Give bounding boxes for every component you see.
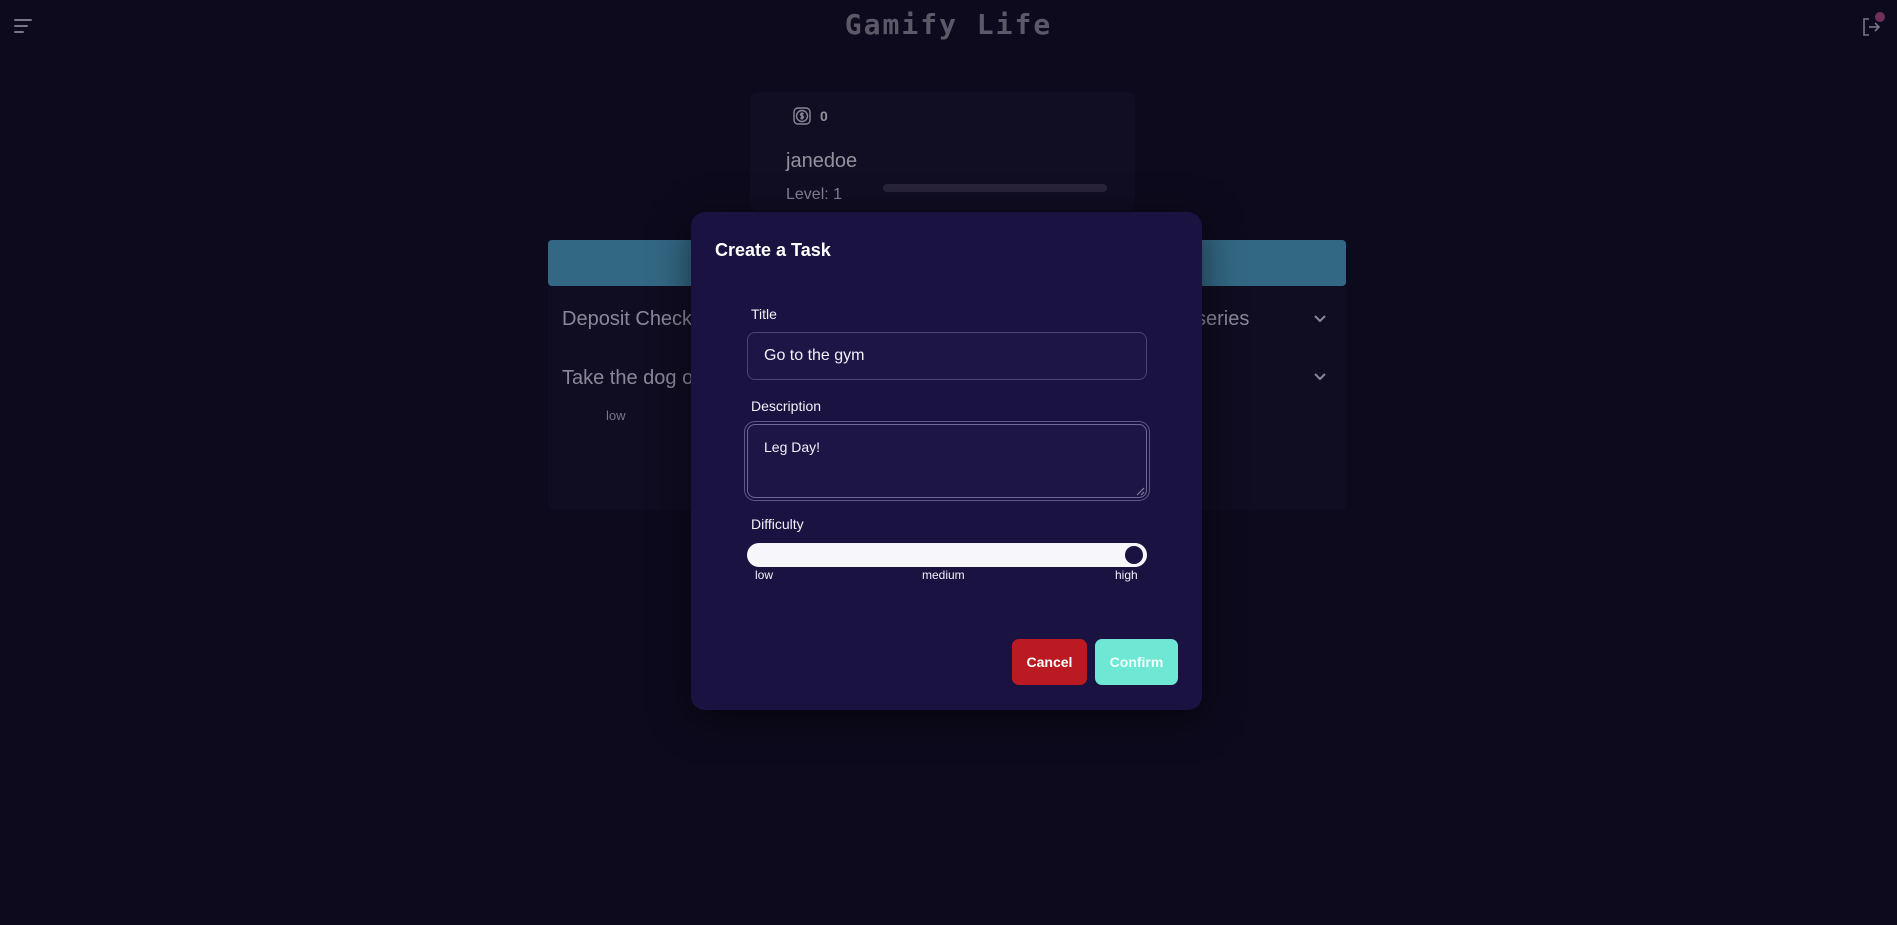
title-input[interactable] [747, 332, 1147, 380]
title-label: Title [751, 306, 777, 322]
cancel-button[interactable]: Cancel [1012, 639, 1087, 685]
difficulty-slider-thumb[interactable] [1122, 543, 1146, 567]
difficulty-option-high: high [1115, 568, 1138, 582]
difficulty-option-medium: medium [922, 568, 965, 582]
difficulty-slider[interactable] [747, 543, 1147, 567]
difficulty-label: Difficulty [751, 516, 804, 532]
modal-title: Create a Task [715, 240, 831, 260]
difficulty-option-low: low [755, 568, 774, 582]
description-label: Description [751, 398, 822, 414]
confirm-button[interactable]: Confirm [1095, 639, 1178, 685]
resize-handle-icon[interactable] [1135, 486, 1145, 496]
description-textarea[interactable]: Leg Day! [747, 424, 1147, 498]
create-task-modal: Create a Task Title Description Leg Day!… [691, 212, 1202, 710]
